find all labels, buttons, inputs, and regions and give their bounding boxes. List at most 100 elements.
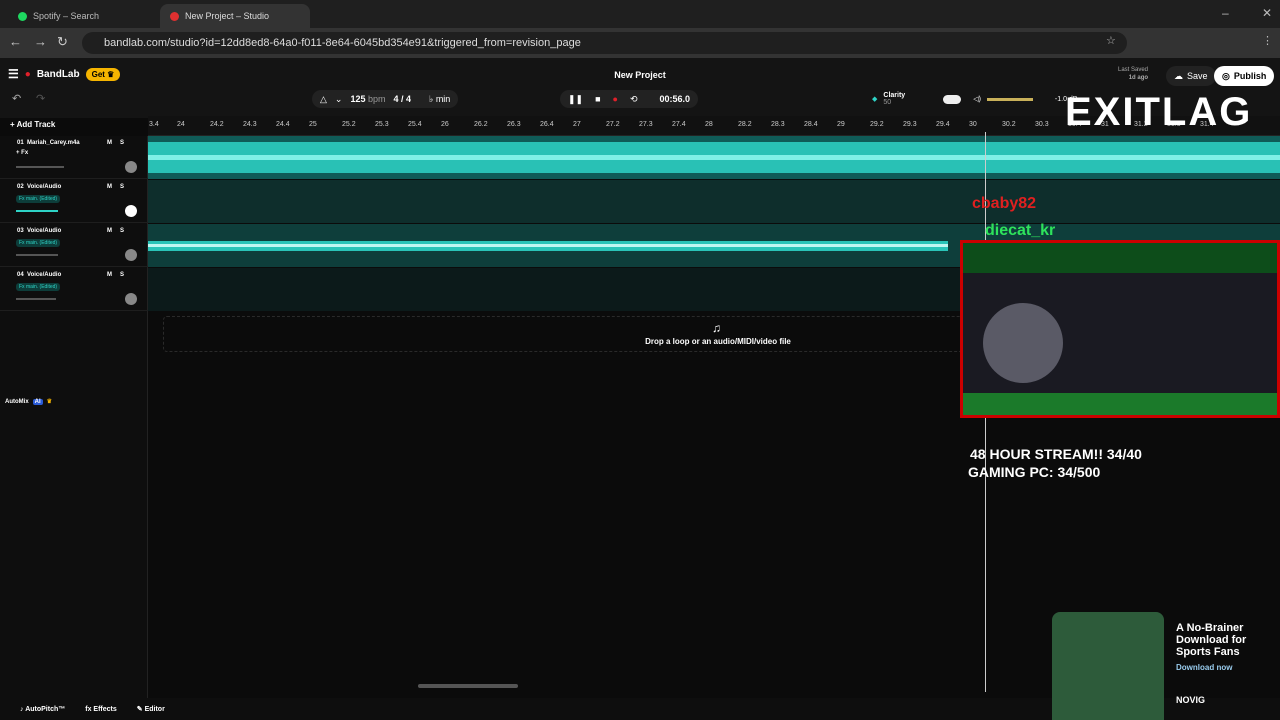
solo-button[interactable]: S: [120, 272, 124, 278]
reload-icon[interactable]: ↻: [57, 34, 68, 50]
key-label[interactable]: min: [436, 94, 451, 104]
streamer-face: [983, 303, 1063, 383]
webcam-overlay: [960, 240, 1280, 418]
menu-dots-icon[interactable]: ⋮: [1262, 34, 1273, 47]
ruler-tick: 24.3: [243, 121, 257, 128]
fx-preset-badge[interactable]: Fx main. (Edited): [16, 195, 61, 203]
crown-icon: ♛: [46, 399, 53, 405]
track-lane-2[interactable]: [148, 180, 1280, 223]
fx-preset-badge[interactable]: Fx main. (Edited): [16, 239, 61, 247]
ruler-tick: 24.4: [276, 121, 290, 128]
globe-icon: ◎: [1222, 70, 1230, 81]
pan-knob[interactable]: [125, 249, 137, 261]
ruler-tick: 29.4: [936, 121, 950, 128]
browser-tab-bar: Spotify – Search New Project – Studio – …: [0, 0, 1280, 28]
undo-icon[interactable]: ↶: [12, 92, 21, 105]
horizontal-scrollbar[interactable]: [418, 684, 518, 688]
track-header[interactable]: 01 Mariah_Carey.m4a + Fx M S: [0, 136, 148, 179]
volume-slider[interactable]: [16, 210, 58, 212]
clarity-control[interactable]: ◆ Clarity 50 ◁) -1.0 dB: [872, 90, 1077, 108]
track-name[interactable]: 04 Voice/Audio: [17, 272, 61, 278]
bpm-value[interactable]: 125: [350, 94, 365, 104]
ruler-tick: 26: [441, 121, 449, 128]
loop-icon[interactable]: ⟲: [630, 94, 638, 105]
ruler-tick: 27: [573, 121, 581, 128]
time-display: 00:56.0: [659, 94, 691, 104]
add-track-button[interactable]: + Add Track: [10, 120, 55, 129]
time-signature[interactable]: 4 / 4: [394, 94, 412, 104]
ad-banner[interactable]: A No-Brainer Download for Sports Fans Do…: [1176, 622, 1280, 706]
tab-label: New Project – Studio: [185, 11, 270, 21]
music-note-icon: ♫: [712, 321, 721, 335]
mute-button[interactable]: M: [107, 228, 112, 234]
back-icon[interactable]: ←: [9, 34, 22, 49]
ruler-tick: 26.3: [507, 121, 521, 128]
drop-zone-text: Drop a loop or an audio/MIDI/video file: [645, 337, 791, 346]
editor-button[interactable]: ✎ Editor: [137, 705, 165, 713]
effects-button[interactable]: fx Effects: [85, 706, 117, 713]
ruler-tick: 28.3: [771, 121, 785, 128]
track-name[interactable]: 03 Voice/Audio: [17, 228, 61, 234]
clarity-icon: ◆: [872, 96, 878, 103]
add-fx-button[interactable]: + Fx: [16, 150, 28, 156]
track-name[interactable]: 01 Mariah_Carey.m4a: [17, 140, 80, 146]
minimize-icon[interactable]: –: [1222, 6, 1229, 20]
stream-goal-line2: GAMING PC: 34/500: [968, 464, 1101, 480]
publish-button[interactable]: ◎ Publish: [1214, 66, 1275, 86]
volume-slider[interactable]: [16, 254, 58, 256]
track-header[interactable]: 04 Voice/Audio Fx main. (Edited) M S: [0, 268, 148, 311]
chevron-down-icon[interactable]: ⌄: [335, 94, 343, 105]
ruler-tick: 28: [705, 121, 713, 128]
mute-button[interactable]: M: [107, 184, 112, 190]
master-volume-slider[interactable]: [986, 97, 1033, 101]
ruler-tick: 24.2: [210, 121, 224, 128]
pause-icon[interactable]: ❚❚: [568, 94, 583, 105]
ruler-tick: 29: [837, 121, 845, 128]
url-field[interactable]: bandlab.com/studio?id=12dd8ed8-64a0-f011…: [82, 32, 1127, 54]
track-header[interactable]: 02 Voice/Audio Fx main. (Edited) M S: [0, 180, 148, 223]
volume-slider[interactable]: [16, 166, 64, 168]
automix-row[interactable]: AutoMix AI ♛: [5, 398, 52, 405]
solo-button[interactable]: S: [120, 184, 124, 190]
solo-button[interactable]: S: [120, 140, 124, 146]
address-bar: ← → ↻ bandlab.com/studio?id=12dd8ed8-64a…: [0, 28, 1280, 58]
close-icon[interactable]: ✕: [1262, 6, 1272, 20]
metronome-icon[interactable]: △: [320, 94, 327, 105]
track-lane-1[interactable]: [148, 136, 1280, 179]
ruler-tick: 29.3: [903, 121, 917, 128]
speaker-icon[interactable]: ◁): [973, 95, 981, 103]
redo-icon[interactable]: ↷: [36, 92, 45, 105]
track-list: 01 Mariah_Carey.m4a + Fx M S 02 Voice/Aud…: [0, 136, 148, 720]
mute-button[interactable]: M: [107, 140, 112, 146]
solo-button[interactable]: S: [120, 228, 124, 234]
ad-headline: Sports Fans: [1176, 646, 1240, 658]
key-icon: ♭: [429, 93, 434, 104]
pan-knob[interactable]: [125, 205, 137, 217]
transport: ❚❚ ■ ● ⟲ 00:56.0: [560, 90, 699, 108]
project-title: New Project: [614, 70, 666, 80]
tab-bandlab[interactable]: New Project – Studio: [160, 4, 310, 28]
track-name[interactable]: 02 Voice/Audio: [17, 184, 61, 190]
record-icon[interactable]: ●: [613, 94, 618, 104]
ruler-tick: 28.2: [738, 121, 752, 128]
ruler-tick: 3.4: [149, 121, 159, 128]
pan-knob[interactable]: [125, 293, 137, 305]
url-text: bandlab.com/studio?id=12dd8ed8-64a0-f011…: [104, 37, 581, 49]
bandlab-icon: [170, 11, 179, 21]
tempo-pill[interactable]: △ ⌄ 125 bpm 4 / 4 ♭ min: [312, 90, 459, 108]
track-header[interactable]: 03 Voice/Audio Fx main. (Edited) M S: [0, 224, 148, 267]
save-button[interactable]: ☁ Save: [1166, 66, 1216, 86]
tab-spotify[interactable]: Spotify – Search: [8, 4, 109, 28]
forward-icon[interactable]: →: [34, 34, 47, 49]
holly-garland: [963, 243, 1277, 273]
ad-cta[interactable]: Download now: [1176, 662, 1280, 674]
mute-button[interactable]: M: [107, 272, 112, 278]
cloud-icon: ☁: [1174, 70, 1183, 81]
fx-preset-badge[interactable]: Fx main. (Edited): [16, 283, 61, 291]
volume-slider[interactable]: [16, 298, 56, 300]
clarity-toggle[interactable]: [943, 94, 962, 104]
stop-icon[interactable]: ■: [595, 94, 600, 104]
autopitch-button[interactable]: ♪ AutoPitch™: [20, 706, 65, 713]
pan-knob[interactable]: [125, 161, 137, 173]
star-icon[interactable]: ☆: [1106, 34, 1116, 47]
